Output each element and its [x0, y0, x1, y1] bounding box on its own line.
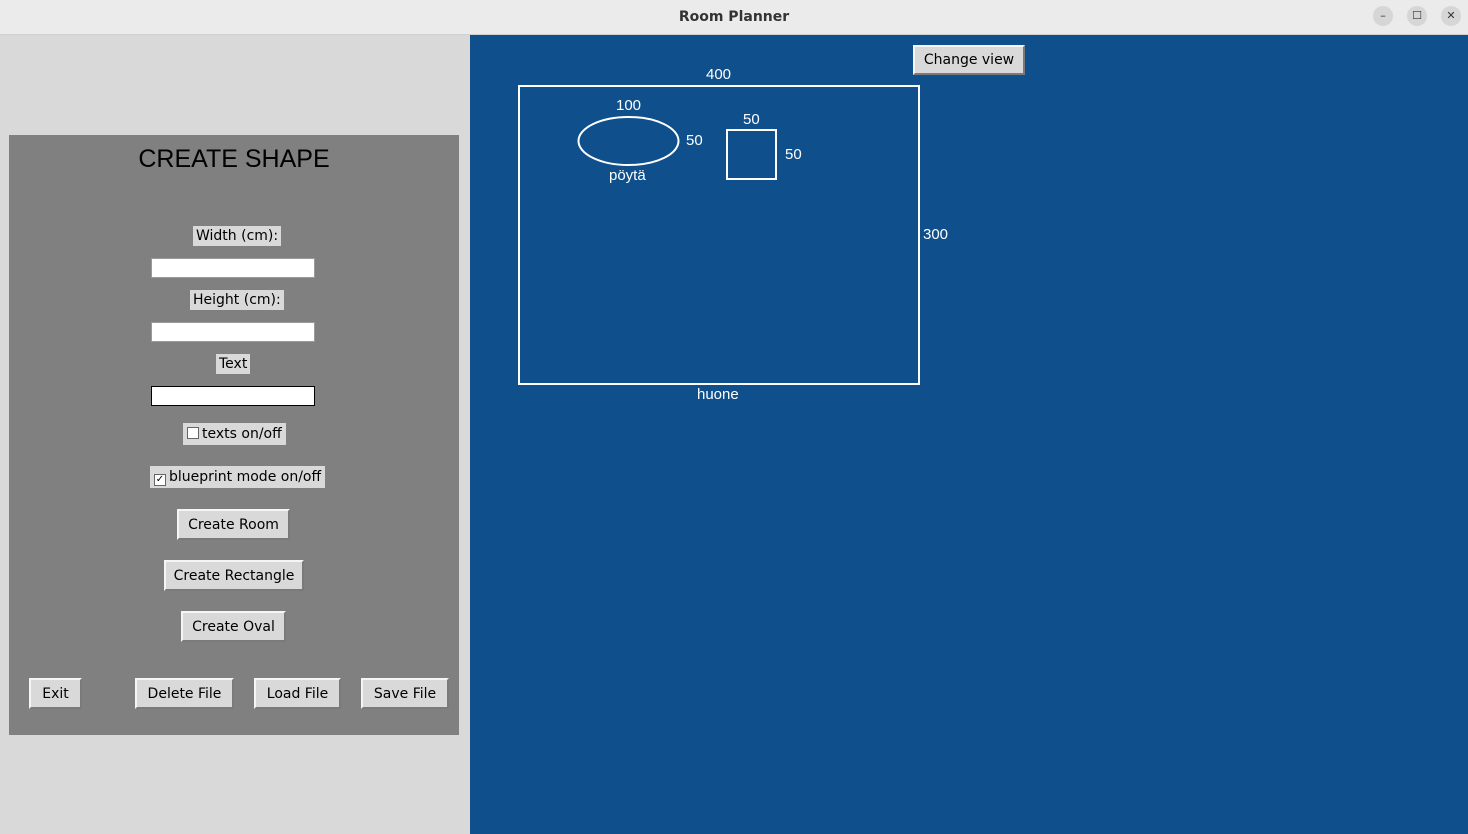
texts-checkbox[interactable] [187, 427, 199, 439]
height-input[interactable] [151, 322, 315, 342]
rectangle-width-label: 50 [743, 111, 760, 128]
room-width-label: 400 [706, 66, 732, 83]
delete-file-button[interactable]: Delete File [135, 678, 234, 709]
panel-title: CREATE SHAPE [138, 145, 330, 173]
canvas-drawing [518, 85, 920, 385]
blueprint-toggle[interactable]: ✓ blueprint mode on/off [150, 466, 326, 488]
create-shape-panel: CREATE SHAPE Width (cm): Height (cm): Te… [9, 135, 459, 735]
rectangle-shape[interactable] [726, 129, 777, 180]
close-button[interactable]: ✕ [1441, 6, 1461, 26]
width-label: Width (cm): [193, 226, 282, 246]
oval-width-label: 100 [616, 97, 642, 114]
exit-button[interactable]: Exit [29, 678, 82, 709]
oval-height-label: 50 [686, 132, 703, 149]
window-titlebar: Room Planner – ☐ ✕ [0, 0, 1468, 35]
room-height-label: 300 [923, 226, 949, 243]
create-room-button[interactable]: Create Room [177, 509, 290, 540]
height-label: Height (cm): [190, 290, 284, 310]
load-file-button[interactable]: Load File [254, 678, 341, 709]
create-rectangle-button[interactable]: Create Rectangle [164, 560, 304, 591]
window-title: Room Planner [678, 9, 790, 25]
rectangle-height-label: 50 [785, 146, 802, 163]
texts-toggle-label: texts on/off [202, 426, 282, 442]
blueprint-checkbox[interactable]: ✓ [154, 474, 166, 486]
change-view-button[interactable]: Change view [913, 45, 1025, 75]
blueprint-canvas[interactable]: 400 300 huone 100 50 pöytä 50 50 Change … [470, 35, 1468, 834]
maximize-button[interactable]: ☐ [1407, 6, 1427, 26]
room-name-label: huone [697, 386, 739, 403]
text-input[interactable] [151, 386, 315, 406]
create-oval-button[interactable]: Create Oval [181, 611, 286, 642]
save-file-button[interactable]: Save File [361, 678, 449, 709]
minimize-button[interactable]: – [1373, 6, 1393, 26]
oval-shape[interactable] [577, 116, 680, 166]
blueprint-toggle-label: blueprint mode on/off [169, 469, 322, 485]
room-shape[interactable] [518, 85, 920, 385]
oval-name-label: pöytä [609, 167, 646, 184]
text-label: Text [216, 354, 251, 374]
width-input[interactable] [151, 258, 315, 278]
texts-toggle[interactable]: texts on/off [183, 423, 286, 445]
